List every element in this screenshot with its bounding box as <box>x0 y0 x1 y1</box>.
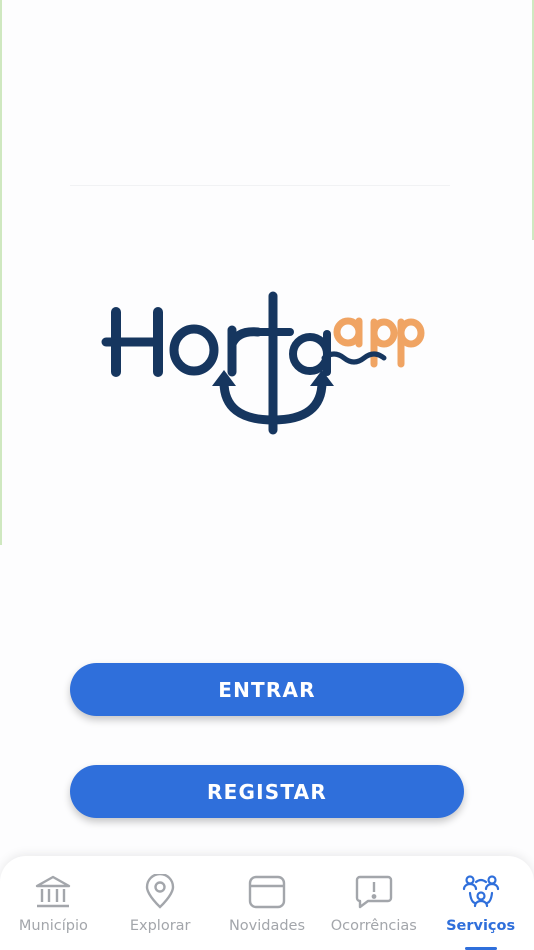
divider <box>70 185 450 186</box>
screen: ENTRAR REGISTAR Município Explorar Novid… <box>0 0 534 950</box>
tab-municipio[interactable]: Município <box>0 856 107 950</box>
tab-label: Novidades <box>228 918 306 934</box>
tab-label: Ocorrências <box>330 918 417 934</box>
bottom-tab-bar: Município Explorar Novidades Ocorrências… <box>0 856 534 950</box>
tab-explorar[interactable]: Explorar <box>107 856 214 950</box>
map-pin-icon <box>140 872 180 912</box>
tab-ocorrencias[interactable]: Ocorrências <box>320 856 427 950</box>
register-button[interactable]: REGISTAR <box>70 765 464 818</box>
tab-label: Serviços <box>446 918 516 934</box>
tab-label: Explorar <box>129 918 191 934</box>
tab-novidades[interactable]: Novidades <box>214 856 321 950</box>
alert-chat-icon <box>354 872 394 912</box>
tab-label: Município <box>18 918 88 934</box>
login-button[interactable]: ENTRAR <box>70 663 464 716</box>
news-card-icon <box>247 872 287 912</box>
tab-servicos[interactable]: Serviços <box>427 856 534 950</box>
people-network-icon <box>461 872 501 912</box>
bank-icon <box>33 872 73 912</box>
left-edge <box>0 0 2 545</box>
horta-app-logo <box>101 291 425 435</box>
